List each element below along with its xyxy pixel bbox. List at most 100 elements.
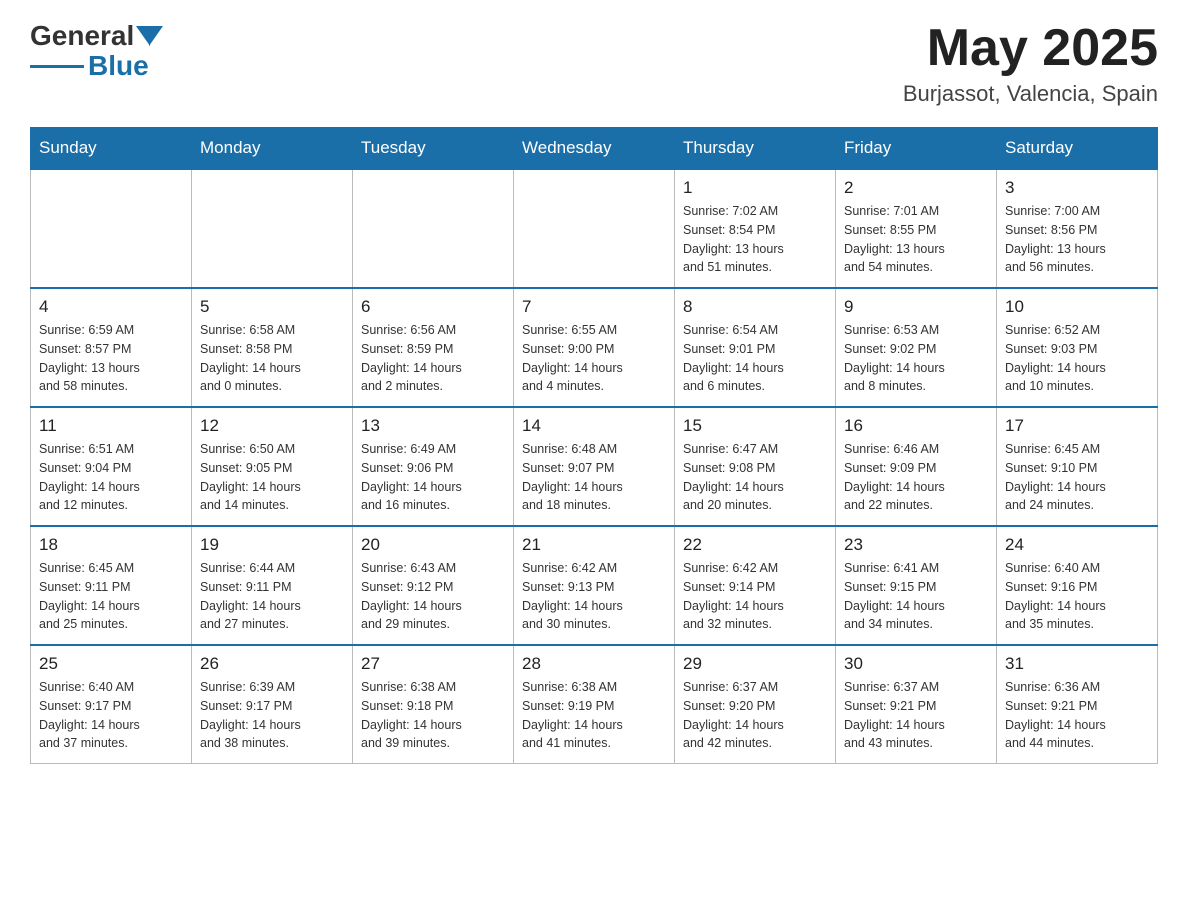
day-number: 31	[1005, 654, 1149, 674]
day-number: 30	[844, 654, 988, 674]
day-number: 4	[39, 297, 183, 317]
day-info: Sunrise: 6:42 AM Sunset: 9:14 PM Dayligh…	[683, 559, 827, 634]
col-header-thursday: Thursday	[675, 128, 836, 170]
day-info: Sunrise: 6:39 AM Sunset: 9:17 PM Dayligh…	[200, 678, 344, 753]
day-info: Sunrise: 6:49 AM Sunset: 9:06 PM Dayligh…	[361, 440, 505, 515]
logo: General Blue	[30, 20, 163, 82]
day-cell: 2 Sunrise: 7:01 AM Sunset: 8:55 PM Daylig…	[836, 169, 997, 288]
day-info: Sunrise: 7:01 AM Sunset: 8:55 PM Dayligh…	[844, 202, 988, 277]
week-row-2: 4 Sunrise: 6:59 AM Sunset: 8:57 PM Daylig…	[31, 288, 1158, 407]
day-cell: 31 Sunrise: 6:36 AM Sunset: 9:21 PM Dayli…	[997, 645, 1158, 764]
page-header: General Blue May 2025 Burjassot, Valenci…	[30, 20, 1158, 107]
day-number: 22	[683, 535, 827, 555]
day-number: 7	[522, 297, 666, 317]
logo-general: General	[30, 20, 134, 52]
col-header-friday: Friday	[836, 128, 997, 170]
day-cell: 15Sunrise: 6:47 AM Sunset: 9:08 PM Dayli…	[675, 407, 836, 526]
week-row-3: 11Sunrise: 6:51 AM Sunset: 9:04 PM Dayli…	[31, 407, 1158, 526]
day-cell: 20 Sunrise: 6:43 AM Sunset: 9:12 PM Dayli…	[353, 526, 514, 645]
day-cell: 24 Sunrise: 6:40 AM Sunset: 9:16 PM Dayli…	[997, 526, 1158, 645]
day-info: Sunrise: 6:52 AM Sunset: 9:03 PM Dayligh…	[1005, 321, 1149, 396]
day-number: 26	[200, 654, 344, 674]
day-cell: 26 Sunrise: 6:39 AM Sunset: 9:17 PM Dayli…	[192, 645, 353, 764]
day-info: Sunrise: 6:40 AM Sunset: 9:17 PM Dayligh…	[39, 678, 183, 753]
day-cell: 14Sunrise: 6:48 AM Sunset: 9:07 PM Dayli…	[514, 407, 675, 526]
week-row-1: 1Sunrise: 7:02 AM Sunset: 8:54 PM Daylig…	[31, 169, 1158, 288]
week-row-4: 18 Sunrise: 6:45 AM Sunset: 9:11 PM Dayli…	[31, 526, 1158, 645]
day-number: 23	[844, 535, 988, 555]
day-cell: 29 Sunrise: 6:37 AM Sunset: 9:20 PM Dayli…	[675, 645, 836, 764]
day-number: 3	[1005, 178, 1149, 198]
day-number: 16	[844, 416, 988, 436]
day-number: 5	[200, 297, 344, 317]
day-cell: 18 Sunrise: 6:45 AM Sunset: 9:11 PM Dayli…	[31, 526, 192, 645]
calendar-title: May 2025	[903, 20, 1158, 77]
day-info: Sunrise: 6:54 AM Sunset: 9:01 PM Dayligh…	[683, 321, 827, 396]
day-number: 29	[683, 654, 827, 674]
day-info: Sunrise: 6:37 AM Sunset: 9:20 PM Dayligh…	[683, 678, 827, 753]
day-number: 15	[683, 416, 827, 436]
day-info: Sunrise: 6:45 AM Sunset: 9:10 PM Dayligh…	[1005, 440, 1149, 515]
day-info: Sunrise: 6:36 AM Sunset: 9:21 PM Dayligh…	[1005, 678, 1149, 753]
day-cell: 8 Sunrise: 6:54 AM Sunset: 9:01 PM Daylig…	[675, 288, 836, 407]
day-cell: 17 Sunrise: 6:45 AM Sunset: 9:10 PM Dayli…	[997, 407, 1158, 526]
day-number: 11	[39, 416, 183, 436]
day-number: 28	[522, 654, 666, 674]
day-info: Sunrise: 6:56 AM Sunset: 8:59 PM Dayligh…	[361, 321, 505, 396]
day-cell: 25 Sunrise: 6:40 AM Sunset: 9:17 PM Dayli…	[31, 645, 192, 764]
day-cell: 27Sunrise: 6:38 AM Sunset: 9:18 PM Dayli…	[353, 645, 514, 764]
day-cell: 30 Sunrise: 6:37 AM Sunset: 9:21 PM Dayli…	[836, 645, 997, 764]
week-row-5: 25 Sunrise: 6:40 AM Sunset: 9:17 PM Dayli…	[31, 645, 1158, 764]
day-cell: 28 Sunrise: 6:38 AM Sunset: 9:19 PM Dayli…	[514, 645, 675, 764]
day-number: 18	[39, 535, 183, 555]
day-cell: 1Sunrise: 7:02 AM Sunset: 8:54 PM Daylig…	[675, 169, 836, 288]
day-cell: 6 Sunrise: 6:56 AM Sunset: 8:59 PM Daylig…	[353, 288, 514, 407]
day-cell: 3 Sunrise: 7:00 AM Sunset: 8:56 PM Daylig…	[997, 169, 1158, 288]
day-number: 12	[200, 416, 344, 436]
day-info: Sunrise: 7:00 AM Sunset: 8:56 PM Dayligh…	[1005, 202, 1149, 277]
day-info: Sunrise: 6:44 AM Sunset: 9:11 PM Dayligh…	[200, 559, 344, 634]
day-cell	[31, 169, 192, 288]
day-info: Sunrise: 6:59 AM Sunset: 8:57 PM Dayligh…	[39, 321, 183, 396]
col-header-saturday: Saturday	[997, 128, 1158, 170]
day-info: Sunrise: 6:43 AM Sunset: 9:12 PM Dayligh…	[361, 559, 505, 634]
day-cell: 12Sunrise: 6:50 AM Sunset: 9:05 PM Dayli…	[192, 407, 353, 526]
calendar-table: SundayMondayTuesdayWednesdayThursdayFrid…	[30, 127, 1158, 764]
day-cell	[353, 169, 514, 288]
logo-blue: Blue	[88, 50, 149, 82]
day-number: 1	[683, 178, 827, 198]
day-cell: 11Sunrise: 6:51 AM Sunset: 9:04 PM Dayli…	[31, 407, 192, 526]
day-number: 13	[361, 416, 505, 436]
day-cell: 19Sunrise: 6:44 AM Sunset: 9:11 PM Dayli…	[192, 526, 353, 645]
day-cell: 23 Sunrise: 6:41 AM Sunset: 9:15 PM Dayli…	[836, 526, 997, 645]
day-number: 24	[1005, 535, 1149, 555]
day-cell: 4 Sunrise: 6:59 AM Sunset: 8:57 PM Daylig…	[31, 288, 192, 407]
day-number: 20	[361, 535, 505, 555]
col-header-monday: Monday	[192, 128, 353, 170]
day-info: Sunrise: 6:41 AM Sunset: 9:15 PM Dayligh…	[844, 559, 988, 634]
day-info: Sunrise: 6:38 AM Sunset: 9:19 PM Dayligh…	[522, 678, 666, 753]
day-info: Sunrise: 6:40 AM Sunset: 9:16 PM Dayligh…	[1005, 559, 1149, 634]
day-info: Sunrise: 6:46 AM Sunset: 9:09 PM Dayligh…	[844, 440, 988, 515]
calendar-location: Burjassot, Valencia, Spain	[903, 81, 1158, 107]
day-info: Sunrise: 6:37 AM Sunset: 9:21 PM Dayligh…	[844, 678, 988, 753]
day-info: Sunrise: 6:58 AM Sunset: 8:58 PM Dayligh…	[200, 321, 344, 396]
day-info: Sunrise: 6:55 AM Sunset: 9:00 PM Dayligh…	[522, 321, 666, 396]
day-info: Sunrise: 6:38 AM Sunset: 9:18 PM Dayligh…	[361, 678, 505, 753]
day-info: Sunrise: 6:48 AM Sunset: 9:07 PM Dayligh…	[522, 440, 666, 515]
day-cell: 9Sunrise: 6:53 AM Sunset: 9:02 PM Daylig…	[836, 288, 997, 407]
day-number: 10	[1005, 297, 1149, 317]
calendar-header-row: SundayMondayTuesdayWednesdayThursdayFrid…	[31, 128, 1158, 170]
day-number: 21	[522, 535, 666, 555]
day-info: Sunrise: 6:45 AM Sunset: 9:11 PM Dayligh…	[39, 559, 183, 634]
day-cell: 7 Sunrise: 6:55 AM Sunset: 9:00 PM Daylig…	[514, 288, 675, 407]
day-cell	[192, 169, 353, 288]
day-number: 17	[1005, 416, 1149, 436]
day-number: 25	[39, 654, 183, 674]
day-number: 2	[844, 178, 988, 198]
day-cell	[514, 169, 675, 288]
day-number: 6	[361, 297, 505, 317]
day-cell: 22 Sunrise: 6:42 AM Sunset: 9:14 PM Dayli…	[675, 526, 836, 645]
day-number: 8	[683, 297, 827, 317]
day-cell: 5 Sunrise: 6:58 AM Sunset: 8:58 PM Daylig…	[192, 288, 353, 407]
